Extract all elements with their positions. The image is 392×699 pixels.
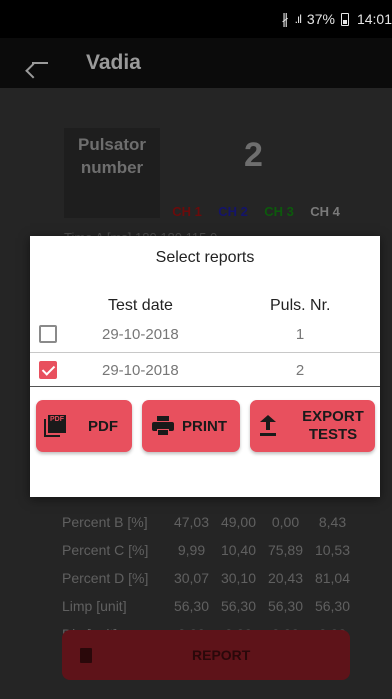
app-bar: Vadia	[0, 38, 392, 88]
channel-header: CH 4	[310, 204, 340, 219]
column-header-puls-nr: Puls. Nr.	[270, 297, 331, 314]
screen: ∦ .ıl 37% 14:01 Vadia Pulsator number 2 …	[0, 0, 392, 699]
pdf-button[interactable]: PDF PDF	[36, 400, 132, 452]
channel-header: CH 2	[218, 204, 248, 219]
status-bar: ∦ .ıl 37% 14:01	[0, 0, 392, 38]
upload-icon	[260, 415, 276, 437]
dialog-title: Select reports	[155, 249, 255, 266]
battery-icon	[340, 12, 351, 26]
export-tests-button[interactable]: EXPORT TESTS	[250, 400, 375, 452]
divider	[30, 386, 380, 387]
document-icon	[80, 647, 92, 663]
bluetooth-icon: ∦	[281, 10, 289, 27]
select-reports-dialog: Select reports Test date Puls. Nr. 29-10…	[30, 236, 380, 497]
report-checkbox[interactable]	[39, 361, 57, 379]
report-row[interactable]: 29-10-2018 1	[30, 317, 380, 351]
table-row: Percent D [%] 30,07 30,10 20,43 81,04	[62, 570, 351, 586]
signal-icon: .ıl	[294, 12, 302, 26]
channel-header: CH 1	[172, 204, 202, 219]
column-header-test-date: Test date	[108, 297, 173, 314]
report-puls-nr: 2	[295, 362, 305, 379]
table-row: Percent C [%] 9,99 10,40 75,89 10,53	[62, 542, 351, 558]
table-row: Limp [unit] 56,30 56,30 56,30 56,30	[62, 598, 351, 614]
report-puls-nr: 1	[295, 326, 305, 343]
clock: 14:01	[356, 11, 392, 27]
battery-percent: 37%	[306, 11, 335, 27]
report-date: 29-10-2018	[102, 326, 179, 343]
pulsator-label: Pulsator number	[64, 128, 160, 218]
table-row: Percent B [%] 47,03 49,00 0,00 8,43	[62, 514, 347, 530]
print-button[interactable]: PRINT	[142, 400, 240, 452]
channel-headers: CH 1 CH 2 CH 3 CH 4	[164, 204, 348, 219]
channel-header: CH 3	[264, 204, 294, 219]
pulsator-number: 2	[244, 136, 263, 174]
back-arrow-icon[interactable]	[30, 53, 50, 73]
page-title: Vadia	[86, 51, 141, 74]
report-button[interactable]: REPORT	[62, 630, 350, 680]
pdf-icon: PDF	[44, 415, 66, 437]
report-checkbox[interactable]	[39, 325, 57, 343]
report-date: 29-10-2018	[102, 362, 179, 379]
metric-table: Percent B [%] 47,03 49,00 0,00 8,43 Perc…	[62, 508, 362, 648]
printer-icon	[152, 416, 174, 436]
report-row[interactable]: 29-10-2018 2	[30, 352, 380, 386]
